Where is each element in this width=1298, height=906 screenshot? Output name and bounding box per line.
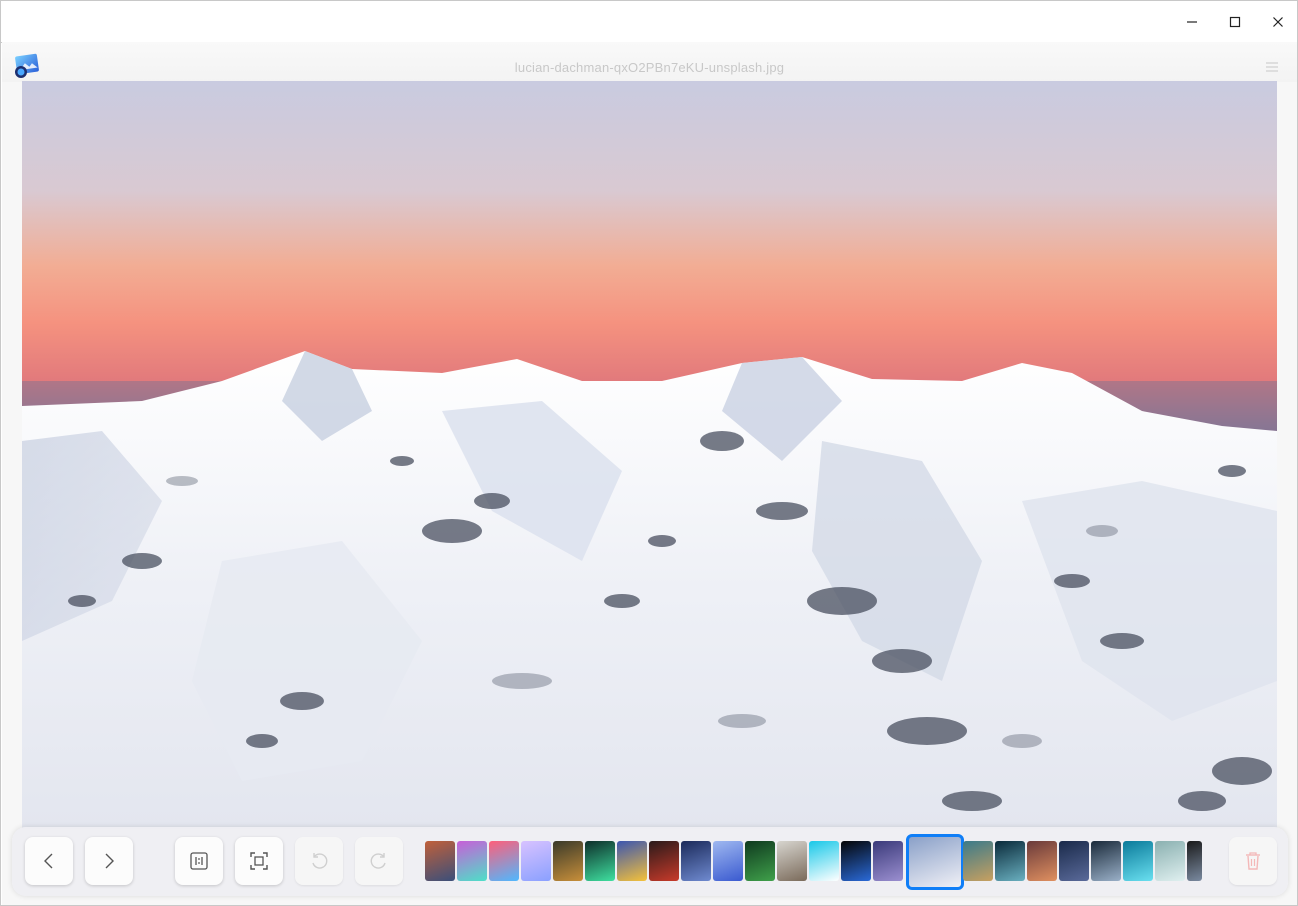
bottom-toolbar bbox=[12, 827, 1288, 896]
original-size-button[interactable] bbox=[175, 837, 223, 885]
rotate-ccw-icon bbox=[312, 853, 328, 869]
fit-screen-icon bbox=[250, 852, 268, 870]
trash-icon bbox=[1246, 852, 1260, 870]
thumbnail[interactable] bbox=[521, 841, 551, 881]
fit-window-button[interactable] bbox=[235, 837, 283, 885]
thumbnail[interactable] bbox=[1187, 841, 1202, 881]
thumbnail[interactable] bbox=[745, 841, 775, 881]
thumbnail[interactable] bbox=[963, 841, 993, 881]
delete-button[interactable] bbox=[1229, 837, 1277, 885]
minimize-button[interactable] bbox=[1170, 1, 1213, 42]
thumbnail[interactable] bbox=[1059, 841, 1089, 881]
thumbnail[interactable] bbox=[873, 841, 903, 881]
rotate-right-button[interactable] bbox=[355, 837, 403, 885]
image-viewer-window: lucian-dachman-qxO2PBn7eKU-unsplash.jpg bbox=[0, 0, 1298, 906]
close-icon bbox=[1272, 16, 1283, 27]
file-name-title: lucian-dachman-qxO2PBn7eKU-unsplash.jpg bbox=[514, 60, 785, 75]
thumbnail[interactable] bbox=[489, 841, 519, 881]
thumbnail[interactable] bbox=[777, 841, 807, 881]
thumbnail-current[interactable] bbox=[906, 834, 964, 890]
thumbnail[interactable] bbox=[1155, 841, 1185, 881]
viewer-titlebar: lucian-dachman-qxO2PBn7eKU-unsplash.jpg bbox=[2, 42, 1297, 82]
thumbnail[interactable] bbox=[681, 841, 711, 881]
previous-button[interactable] bbox=[25, 837, 73, 885]
thumbnail[interactable] bbox=[841, 841, 871, 881]
rotate-left-button[interactable] bbox=[295, 837, 343, 885]
chevron-right-icon bbox=[105, 853, 114, 869]
thumbnail[interactable] bbox=[617, 841, 647, 881]
maximize-button[interactable] bbox=[1213, 1, 1256, 42]
hamburger-menu-icon[interactable] bbox=[1264, 60, 1280, 74]
thumbnail[interactable] bbox=[809, 841, 839, 881]
main-image[interactable] bbox=[22, 81, 1277, 829]
thumbnail[interactable] bbox=[1027, 841, 1057, 881]
thumbnail[interactable] bbox=[995, 841, 1025, 881]
viewer-area: lucian-dachman-qxO2PBn7eKU-unsplash.jpg bbox=[2, 42, 1297, 905]
one-to-one-icon bbox=[190, 852, 208, 870]
thumbnail[interactable] bbox=[553, 841, 583, 881]
snowy-mountain-photo bbox=[22, 81, 1277, 829]
rotate-cw-icon bbox=[370, 853, 386, 869]
thumbnail[interactable] bbox=[1123, 841, 1153, 881]
window-chrome bbox=[1, 1, 1297, 43]
maximize-icon bbox=[1229, 16, 1240, 27]
close-button[interactable] bbox=[1256, 1, 1297, 42]
thumbnail[interactable] bbox=[713, 841, 743, 881]
thumbnail[interactable] bbox=[649, 841, 679, 881]
thumbnail[interactable] bbox=[585, 841, 615, 881]
thumbnail[interactable] bbox=[457, 841, 487, 881]
thumbnail[interactable] bbox=[425, 841, 455, 881]
chevron-left-icon bbox=[44, 853, 53, 869]
minimize-icon bbox=[1186, 20, 1197, 23]
thumbnail[interactable] bbox=[1091, 841, 1121, 881]
next-button[interactable] bbox=[85, 837, 133, 885]
